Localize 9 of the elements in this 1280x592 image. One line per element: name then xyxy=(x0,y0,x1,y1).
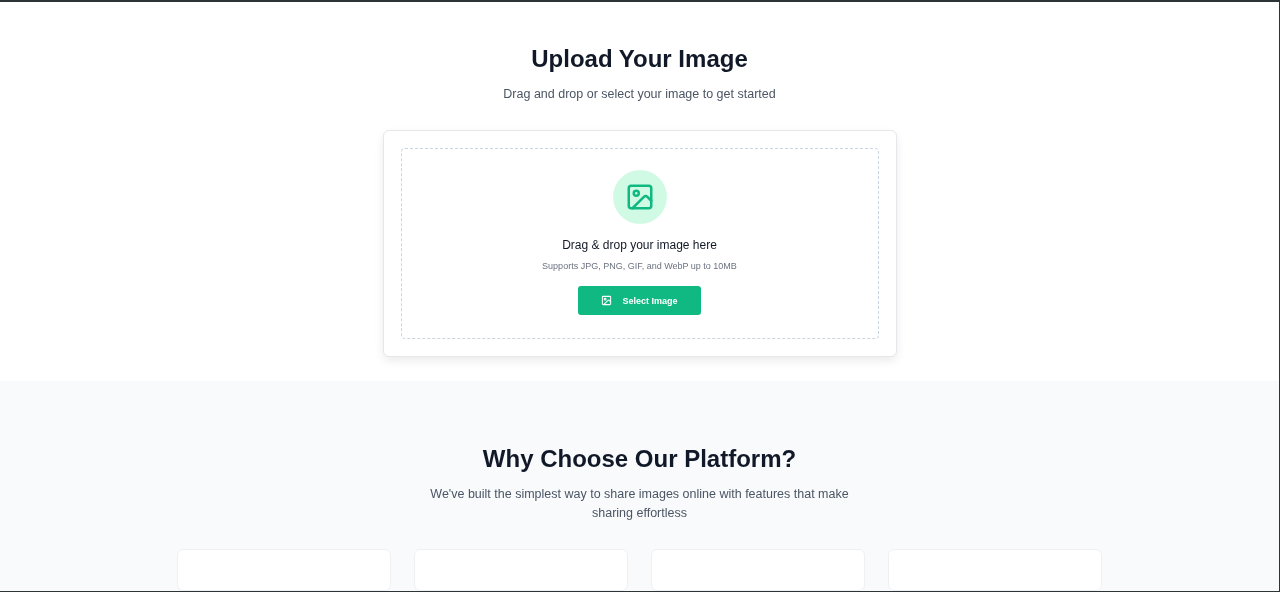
section-subtitle: We've built the simplest way to share images online with features that make sharing effortless xyxy=(429,486,850,522)
image-icon xyxy=(601,295,613,306)
drop-zone[interactable]: Drag & drop your image here Supports JPG, PNG, GIF, and WebP up to 10MB Select Image xyxy=(400,148,879,339)
format-hint: Supports JPG, PNG, GIF, and WebP up to 10MB xyxy=(542,261,737,271)
drop-heading: Drag & drop your image here xyxy=(562,238,717,252)
section-title: Why Choose Our Platform? xyxy=(482,445,797,473)
page-title: Upload Your Image xyxy=(531,45,748,73)
page-subtitle: Drag and drop or select your image to get started xyxy=(503,87,776,101)
image-icon xyxy=(612,170,667,224)
